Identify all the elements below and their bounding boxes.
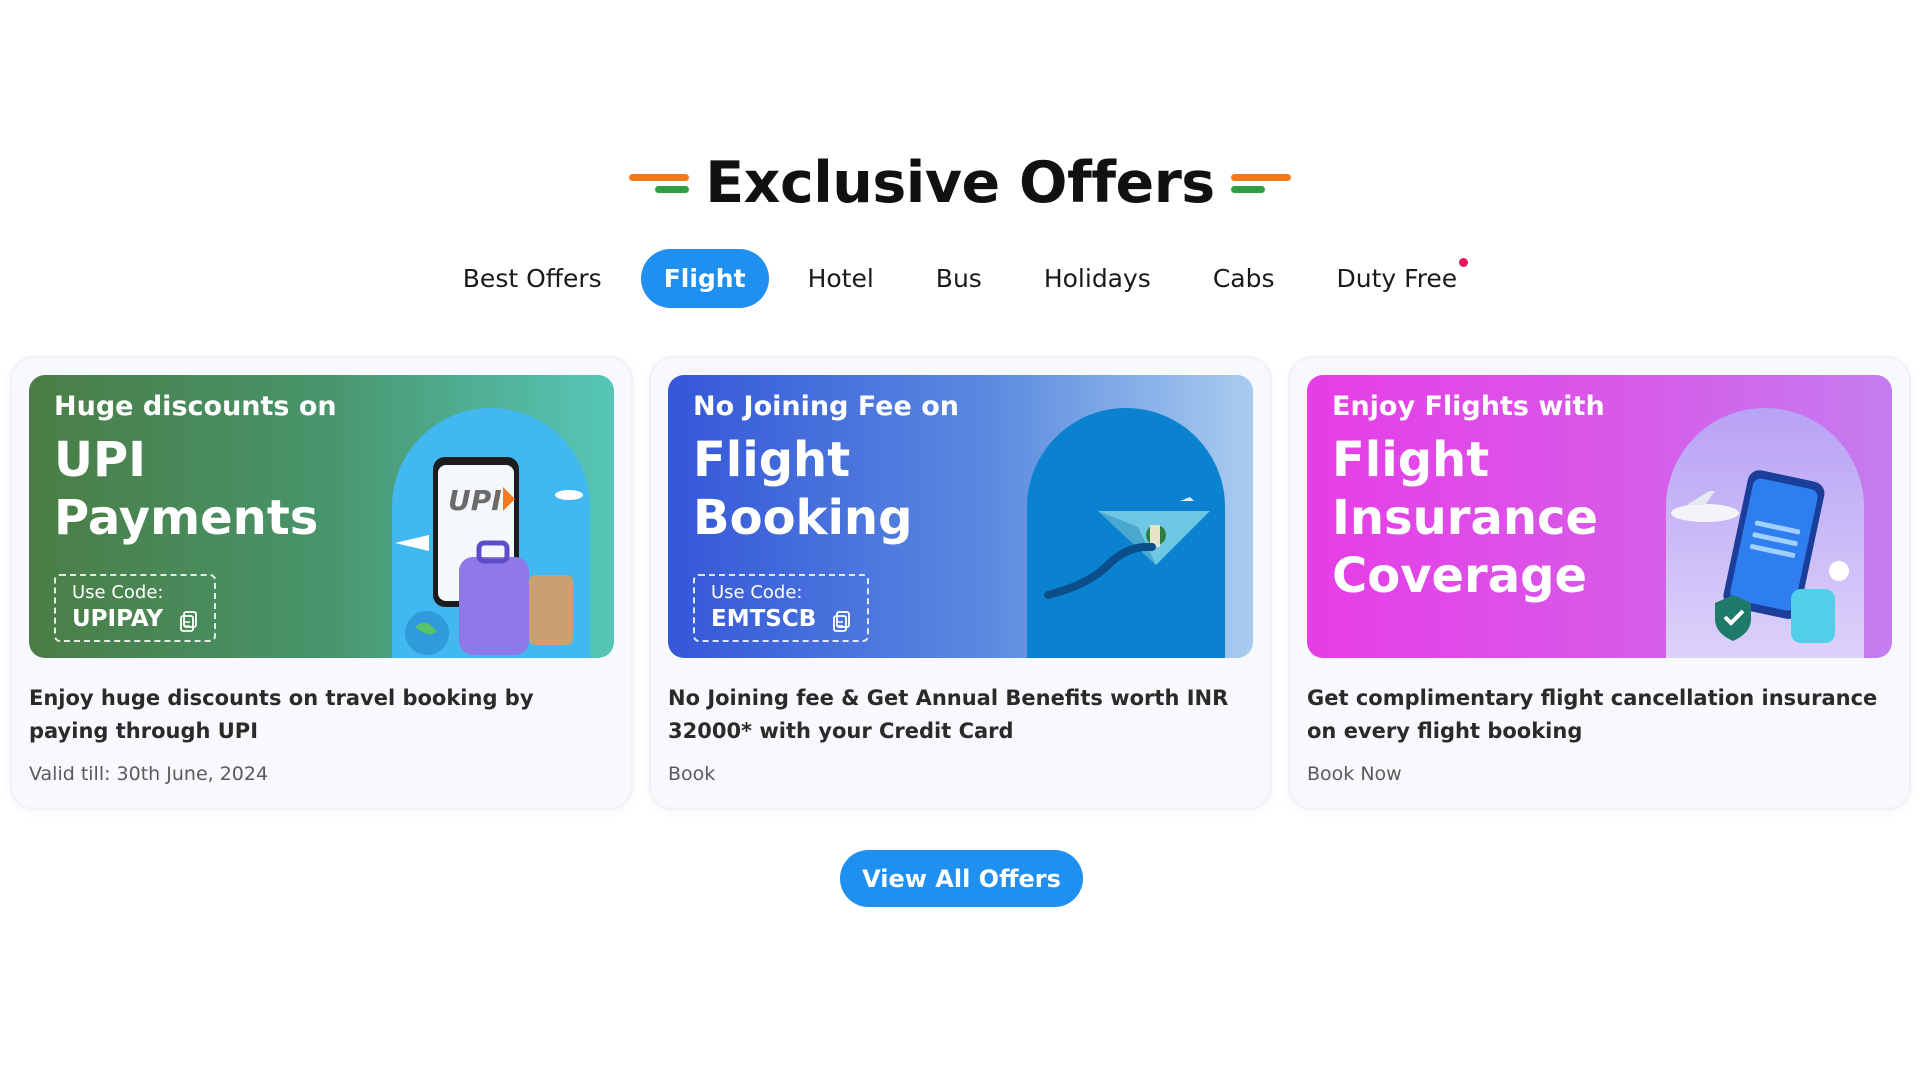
tab-duty-free[interactable]: Duty Free: [1314, 249, 1481, 308]
headline-line: Booking: [693, 490, 913, 546]
copy-icon[interactable]: [180, 610, 198, 633]
tab-holidays[interactable]: Holidays: [1021, 249, 1174, 308]
offer-card-credit-card[interactable]: No Joining Fee on Flight Booking Use Cod…: [651, 358, 1270, 808]
tab-label: Holidays: [1043, 264, 1151, 293]
banner-headline: Flight Insurance Coverage: [1332, 431, 1662, 605]
offer-card-insurance[interactable]: Enjoy Flights with Flight Insurance Cove…: [1290, 358, 1909, 808]
tab-label: Flight: [663, 264, 746, 293]
offer-description: No Joining fee & Get Annual Benefits wor…: [668, 686, 1229, 743]
banner-kicker: Enjoy Flights with: [1332, 391, 1605, 422]
offer-link[interactable]: Book: [668, 763, 715, 785]
promo-code-box[interactable]: Use Code: EMTSCB: [693, 574, 870, 642]
tab-hotel[interactable]: Hotel: [785, 249, 897, 308]
tab-label: Cabs: [1212, 264, 1275, 293]
tab-label: Hotel: [807, 264, 874, 293]
offer-validity: Valid till: 30th June, 2024: [29, 763, 269, 785]
tab-label: Best Offers: [462, 264, 602, 293]
headline-line: Coverage: [1332, 548, 1588, 604]
notification-dot: [1459, 258, 1469, 267]
promo-code: UPIPAY: [72, 606, 164, 632]
offer-category-tabs: Best Offers Flight Hotel Bus Holidays Ca…: [0, 249, 1920, 308]
tab-bus[interactable]: Bus: [913, 249, 1005, 308]
tab-cabs[interactable]: Cabs: [1190, 249, 1298, 308]
headline-line: Flight: [1332, 432, 1490, 488]
offer-link[interactable]: Book Now: [1307, 763, 1402, 785]
offer-banner[interactable]: UPI Huge discounts on UPI Payments Use C…: [29, 375, 614, 658]
tab-label: Duty Free: [1336, 264, 1458, 293]
tab-flight[interactable]: Flight: [640, 249, 769, 308]
section-header: Exclusive Offers: [0, 148, 1920, 218]
headline-line: UPI: [54, 432, 147, 488]
view-all-offers-button[interactable]: View All Offers: [840, 850, 1083, 907]
banner-kicker: No Joining Fee on: [693, 391, 959, 422]
offer-description: Enjoy huge discounts on travel booking b…: [29, 686, 534, 743]
banner-headline: UPI Payments: [54, 431, 384, 547]
code-label: Use Code:: [72, 582, 164, 603]
section-title: Exclusive Offers: [705, 150, 1215, 216]
offer-banner[interactable]: No Joining Fee on Flight Booking Use Cod…: [668, 375, 1253, 658]
headline-line: Flight: [693, 432, 851, 488]
code-label: Use Code:: [711, 582, 803, 603]
tab-label: Bus: [935, 264, 982, 293]
tricolor-stripes-icon: [629, 168, 690, 198]
tricolor-stripes-icon: [1230, 168, 1291, 198]
offer-banner[interactable]: Enjoy Flights with Flight Insurance Cove…: [1307, 375, 1892, 658]
banner-kicker: Huge discounts on: [54, 391, 337, 422]
promo-code: EMTSCB: [711, 606, 817, 632]
headline-line: Insurance: [1332, 490, 1599, 546]
upi-logo-text: UPI: [448, 484, 502, 517]
headline-line: Payments: [54, 490, 319, 546]
promo-code-box[interactable]: Use Code: UPIPAY: [54, 574, 217, 642]
offer-description: Get complimentary flight cancellation in…: [1307, 686, 1878, 743]
copy-icon[interactable]: [833, 610, 851, 633]
banner-headline: Flight Booking: [693, 431, 1023, 547]
tab-best-offers[interactable]: Best Offers: [440, 249, 625, 308]
offer-cards: UPI Huge discounts on UPI Payments Use C…: [12, 358, 1909, 808]
offer-card-upi[interactable]: UPI Huge discounts on UPI Payments Use C…: [12, 358, 631, 808]
